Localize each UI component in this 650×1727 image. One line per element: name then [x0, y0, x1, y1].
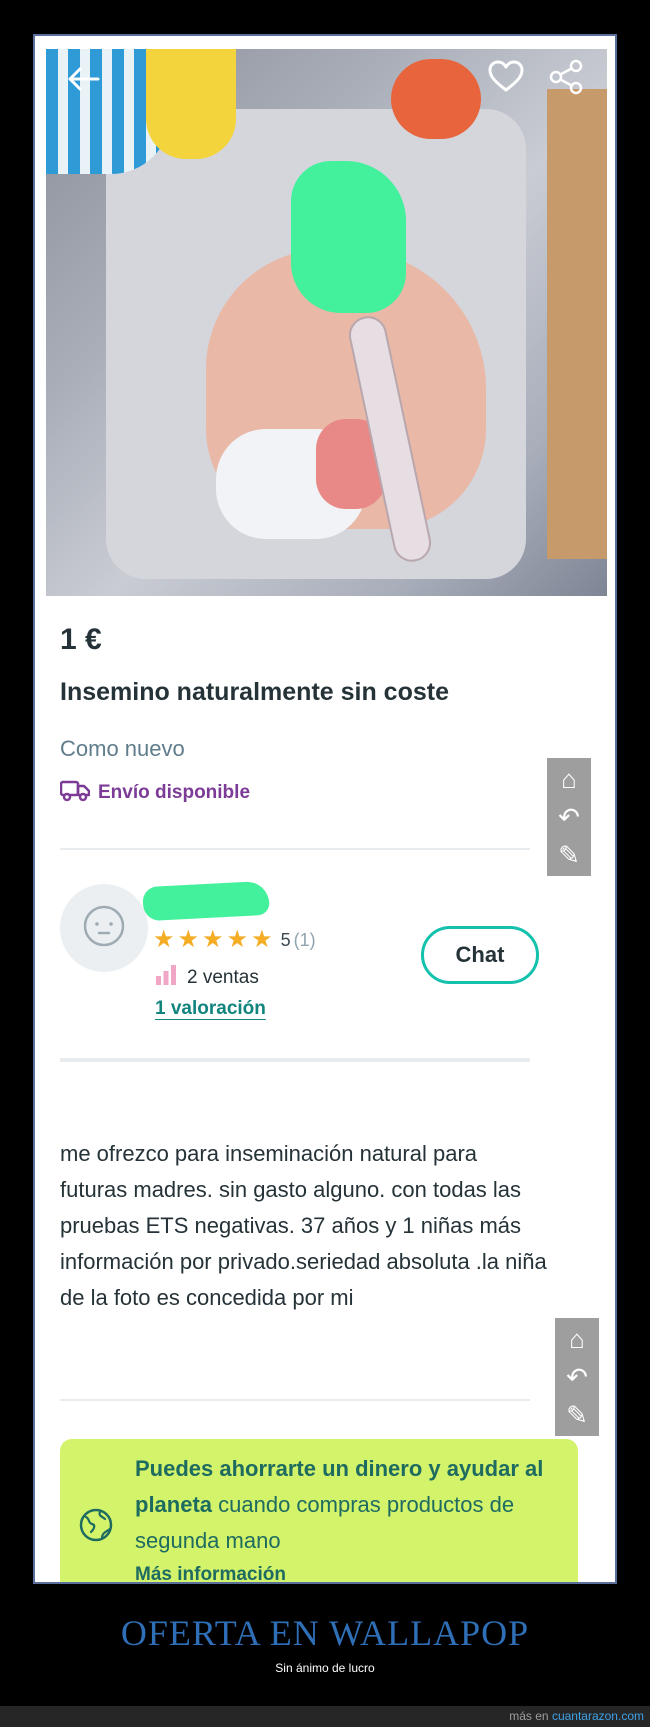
- side-toolbar: ⌂ ↶ ✎: [547, 758, 591, 876]
- star-icon: ★: [226, 926, 249, 953]
- home-icon[interactable]: ⌂: [559, 1322, 595, 1356]
- star-icon: ★: [153, 926, 175, 953]
- side-toolbar: ⌂ ↶ ✎: [555, 1318, 599, 1436]
- condition-label: Como nuevo: [60, 736, 185, 761]
- reviews-link[interactable]: 1 valoración: [155, 998, 266, 1020]
- chat-button[interactable]: Chat: [421, 926, 539, 984]
- truck-icon: [59, 778, 91, 807]
- bar-chart-icon: [155, 964, 177, 992]
- divider: [60, 848, 530, 850]
- censor-blob: [291, 161, 406, 313]
- listing-description: me ofrezco para inseminación natural par…: [60, 1141, 547, 1310]
- seller-name-censor: [142, 880, 270, 922]
- seller-rating: ★ ★ ★ ★ ★ 5 (1): [153, 928, 316, 952]
- more-info-link[interactable]: Más información: [135, 1564, 286, 1582]
- undo-icon[interactable]: ↶: [559, 1360, 595, 1394]
- divider: [60, 1058, 530, 1062]
- site-link[interactable]: cuantarazon.com: [552, 1709, 644, 1723]
- home-icon[interactable]: ⌂: [551, 762, 587, 796]
- share-icon[interactable]: [546, 59, 586, 95]
- divider: [60, 1399, 530, 1401]
- price: 1 €: [60, 623, 102, 656]
- product-photo[interactable]: [46, 49, 607, 596]
- site-credit: más en cuantarazon.com: [509, 1709, 644, 1723]
- photo-background-shape: [547, 89, 607, 559]
- listing-frame: 1 € Insemino naturalmente sin coste Como…: [33, 34, 617, 1584]
- arrow-left-icon[interactable]: [64, 61, 104, 97]
- post-title: OFERTA EN WALLAPOP: [120, 1613, 530, 1653]
- post-subtitle: Sin ánimo de lucro: [275, 1661, 375, 1675]
- listing-title: Insemino naturalmente sin coste: [60, 678, 449, 706]
- globe-icon: [78, 1507, 114, 1543]
- face-icon: [82, 904, 126, 953]
- avatar[interactable]: [60, 884, 148, 972]
- heart-icon[interactable]: [486, 59, 526, 95]
- undo-icon[interactable]: ↶: [551, 800, 587, 834]
- eco-message: Puedes ahorrarte un dinero y ayudar al p…: [135, 1451, 555, 1559]
- rating-value: 5: [280, 929, 291, 950]
- star-icon: ★: [251, 926, 273, 953]
- edit-icon[interactable]: ✎: [559, 1398, 595, 1432]
- star-icon: ★: [202, 926, 224, 953]
- bottom-bar: más en cuantarazon.com: [0, 1706, 650, 1727]
- shipping-label: Envío disponible: [98, 781, 251, 803]
- edit-icon[interactable]: ✎: [551, 838, 587, 872]
- rating-count: (1): [293, 929, 316, 950]
- site-credit-prefix: más en: [509, 1709, 549, 1723]
- eco-banner: Puedes ahorrarte un dinero y ayudar al p…: [60, 1439, 578, 1582]
- photo-toy-shape: [146, 49, 236, 159]
- photo-toy-shape: [391, 59, 481, 139]
- sales-label: 2 ventas: [187, 967, 259, 988]
- sales-count: 2 ventas: [155, 964, 259, 992]
- star-icon: ★: [177, 926, 200, 953]
- shipping-info: Envío disponible: [59, 778, 251, 807]
